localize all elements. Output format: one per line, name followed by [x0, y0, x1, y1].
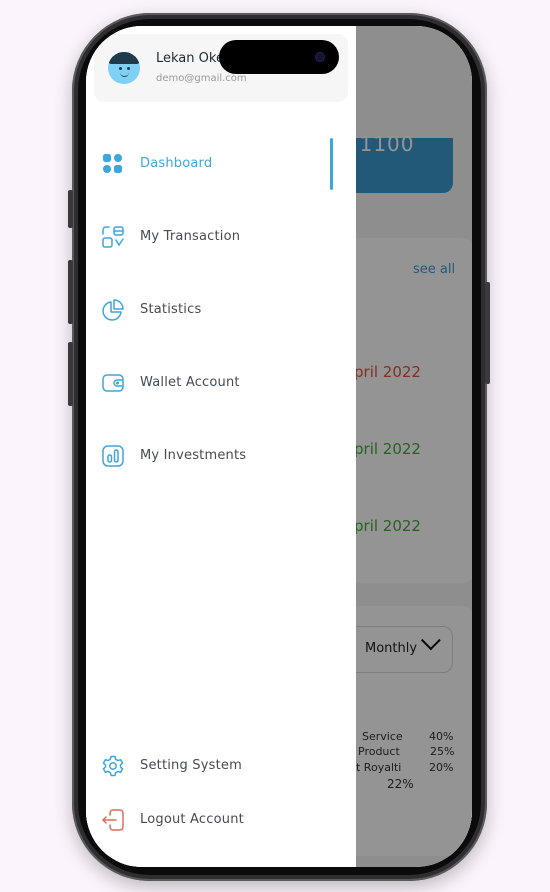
navigation-drawer: Lekan Oke demo@gmail.com Dashboard My Tr… — [86, 26, 356, 867]
bar-chart-icon — [102, 445, 124, 467]
nav-item-statistics[interactable]: Statistics — [86, 290, 336, 330]
side-button-power — [485, 282, 490, 384]
nav-item-label: Wallet Account — [140, 375, 240, 390]
gear-icon — [102, 755, 124, 777]
nav-item-logout[interactable]: Logout Account — [86, 800, 336, 840]
logout-icon — [102, 809, 124, 831]
dynamic-island — [219, 40, 339, 74]
nav-item-label: Setting System — [140, 758, 242, 773]
profile-name: Lekan Oke — [156, 51, 224, 66]
nav-item-investments[interactable]: My Investments — [86, 436, 336, 476]
drawer-overlay[interactable] — [356, 26, 472, 867]
phone-screen: )44 1100 24 see all pril 2022 pril 2022 … — [86, 26, 472, 867]
nav-item-settings[interactable]: Setting System — [86, 746, 336, 786]
nav-item-label: Logout Account — [140, 812, 244, 827]
nav-item-label: Statistics — [140, 302, 202, 317]
side-button-mute — [68, 190, 73, 228]
pie-chart-icon — [102, 299, 124, 321]
side-button-volume-down — [68, 342, 73, 406]
grid-icon — [102, 153, 124, 175]
nav-item-label: My Transaction — [140, 229, 241, 244]
nav-item-label: Dashboard — [140, 156, 213, 171]
nav-item-wallet[interactable]: Wallet Account — [86, 363, 336, 403]
avatar — [108, 52, 140, 84]
camera-icon — [316, 53, 324, 61]
transaction-icon — [102, 226, 124, 248]
nav-item-label: My Investments — [140, 448, 247, 463]
profile-email: demo@gmail.com — [156, 73, 247, 84]
nav-item-dashboard[interactable]: Dashboard — [86, 144, 336, 184]
nav-item-transaction[interactable]: My Transaction — [86, 217, 336, 257]
wallet-icon — [102, 372, 124, 394]
side-button-volume-up — [68, 260, 73, 324]
